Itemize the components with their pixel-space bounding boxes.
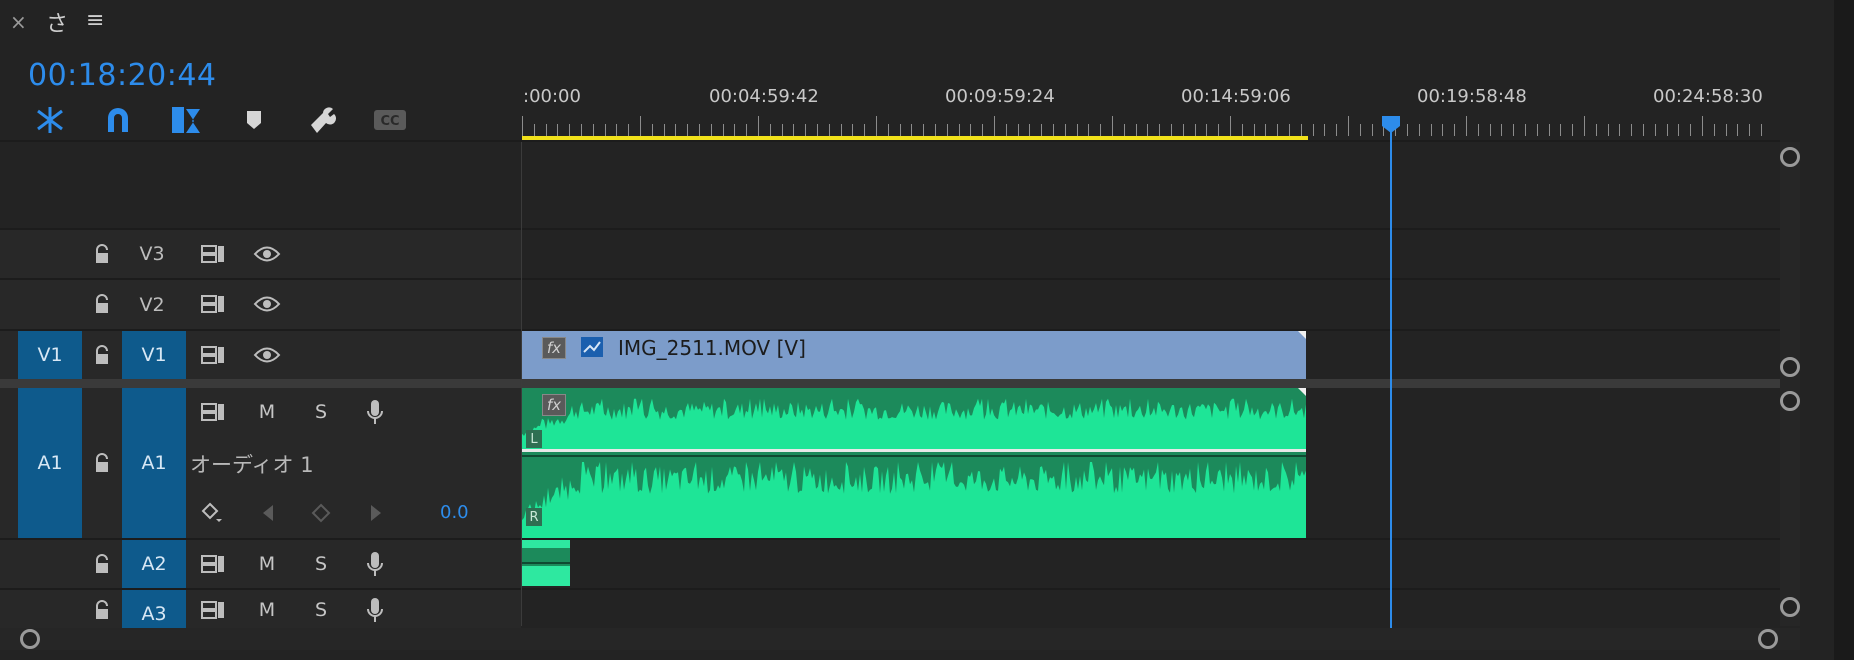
audio-clip-a2[interactable] [522, 540, 570, 586]
track-lane-v3[interactable] [522, 230, 1778, 278]
voiceover-mic-icon[interactable] [360, 596, 390, 624]
panel-menu-icon[interactable]: ≡ [86, 8, 104, 33]
next-keyframe-icon[interactable] [364, 500, 388, 526]
right-channel-tag: R [526, 508, 542, 526]
ruler-label: 00:14:59:06 [1181, 86, 1291, 107]
svg-text:CC: CC [380, 114, 399, 129]
horizontal-scrollbar[interactable] [0, 628, 1800, 650]
time-ruler[interactable] [522, 116, 1770, 138]
audio-waveform [522, 398, 1306, 538]
playhead-line[interactable] [1390, 116, 1392, 628]
zoom-handle-left[interactable] [20, 629, 40, 649]
track-lock-icon[interactable] [90, 242, 114, 266]
vertical-scrollbar[interactable] [1780, 142, 1800, 626]
track-header-v3: V3 [0, 230, 521, 278]
track-target-v1[interactable]: V1 [122, 331, 186, 379]
add-keyframe-icon[interactable] [308, 500, 334, 526]
fx-badge[interactable]: fx [542, 337, 566, 359]
video-clip-name: IMG_2511.MOV [V] [618, 336, 806, 360]
close-panel-icon[interactable]: × [10, 10, 27, 34]
sync-lock-icon[interactable] [198, 552, 228, 576]
track-lane-v2[interactable] [522, 280, 1778, 329]
clip-end-marker [1298, 331, 1306, 339]
track-header-a2: A2 M S [0, 540, 521, 588]
track-lock-icon[interactable] [90, 292, 114, 316]
zoom-handle-right[interactable] [1758, 629, 1778, 649]
track-target-a2[interactable]: A2 [122, 540, 186, 588]
fx-badge[interactable]: fx [542, 394, 566, 416]
captions-cc-icon[interactable]: CC [372, 104, 408, 136]
previous-keyframe-icon[interactable] [256, 500, 280, 526]
solo-button[interactable]: S [306, 596, 336, 624]
left-channel-tag: L [526, 430, 542, 448]
playhead-timecode[interactable]: 00:18:20:44 [28, 58, 217, 93]
track-volume-value[interactable]: 0.0 [440, 502, 469, 523]
ruler-label: 00:24:58:30 [1653, 86, 1763, 107]
audio-track-name[interactable]: オーディオ 1 [190, 449, 314, 479]
eye-visibility-icon[interactable] [252, 242, 282, 266]
ruler-label: :00:00 [523, 86, 581, 107]
track-lock-icon[interactable] [90, 343, 114, 367]
track-lock-icon[interactable] [90, 598, 114, 622]
waveform-channel [522, 398, 1306, 449]
track-header-a3: A3 M S [0, 590, 521, 628]
track-header-v1: V1 V1 [0, 331, 521, 379]
track-label[interactable]: V2 [122, 280, 182, 329]
voiceover-mic-icon[interactable] [360, 398, 390, 426]
sync-lock-icon[interactable] [198, 598, 228, 622]
linked-clip-icon [580, 336, 604, 358]
voiceover-mic-icon[interactable] [360, 550, 390, 578]
scroll-handle-top[interactable] [1780, 391, 1800, 411]
track-lock-icon[interactable] [90, 451, 114, 475]
track-lock-icon[interactable] [90, 552, 114, 576]
track-lane-a2[interactable] [522, 540, 1778, 588]
scroll-handle-bottom[interactable] [1780, 597, 1800, 617]
track-target-a1[interactable]: A1 [122, 388, 186, 538]
mute-button[interactable]: M [252, 596, 282, 624]
sync-lock-icon[interactable] [198, 400, 228, 424]
add-marker-icon[interactable] [236, 104, 272, 136]
track-lane-a3[interactable] [522, 590, 1778, 628]
sync-lock-icon[interactable] [198, 343, 228, 367]
linked-selection-icon[interactable] [168, 104, 204, 136]
clip-end-marker [1298, 388, 1306, 396]
ruler-label: 00:04:59:42 [709, 86, 819, 107]
track-header-v2: V2 [0, 280, 521, 329]
scroll-handle-top[interactable] [1780, 147, 1800, 167]
snap-magnet-icon[interactable] [100, 104, 136, 136]
audio-clip[interactable] [522, 388, 1306, 538]
waveform-channel [522, 462, 1306, 538]
sequence-tab-title[interactable]: さ [46, 6, 68, 38]
insert-nest-icon[interactable] [32, 104, 68, 136]
scroll-handle-bottom[interactable] [1780, 357, 1800, 377]
sync-lock-icon[interactable] [198, 242, 228, 266]
track-label[interactable]: V3 [122, 230, 182, 278]
playhead-handle[interactable] [1380, 114, 1402, 133]
source-patch-v1[interactable]: V1 [18, 331, 82, 379]
keyframe-menu-icon[interactable] [200, 500, 226, 526]
mute-button[interactable]: M [252, 398, 282, 426]
source-patch-a1[interactable]: A1 [18, 388, 82, 538]
eye-visibility-icon[interactable] [252, 343, 282, 367]
channel-divider [522, 449, 1306, 452]
channel-divider [522, 455, 1306, 457]
eye-visibility-icon[interactable] [252, 292, 282, 316]
header-divider [521, 142, 522, 626]
ruler-label: 00:19:58:48 [1417, 86, 1527, 107]
sync-lock-icon[interactable] [198, 292, 228, 316]
solo-button[interactable]: S [306, 398, 336, 426]
ruler-label: 00:09:59:24 [945, 86, 1055, 107]
video-audio-divider[interactable] [0, 379, 1780, 388]
panel-edge [1834, 0, 1854, 660]
mute-button[interactable]: M [252, 550, 282, 578]
solo-button[interactable]: S [306, 550, 336, 578]
track-header-spacer [0, 142, 521, 228]
track-target-a3[interactable]: A3 [122, 590, 186, 628]
wrench-settings-icon[interactable] [304, 104, 340, 136]
